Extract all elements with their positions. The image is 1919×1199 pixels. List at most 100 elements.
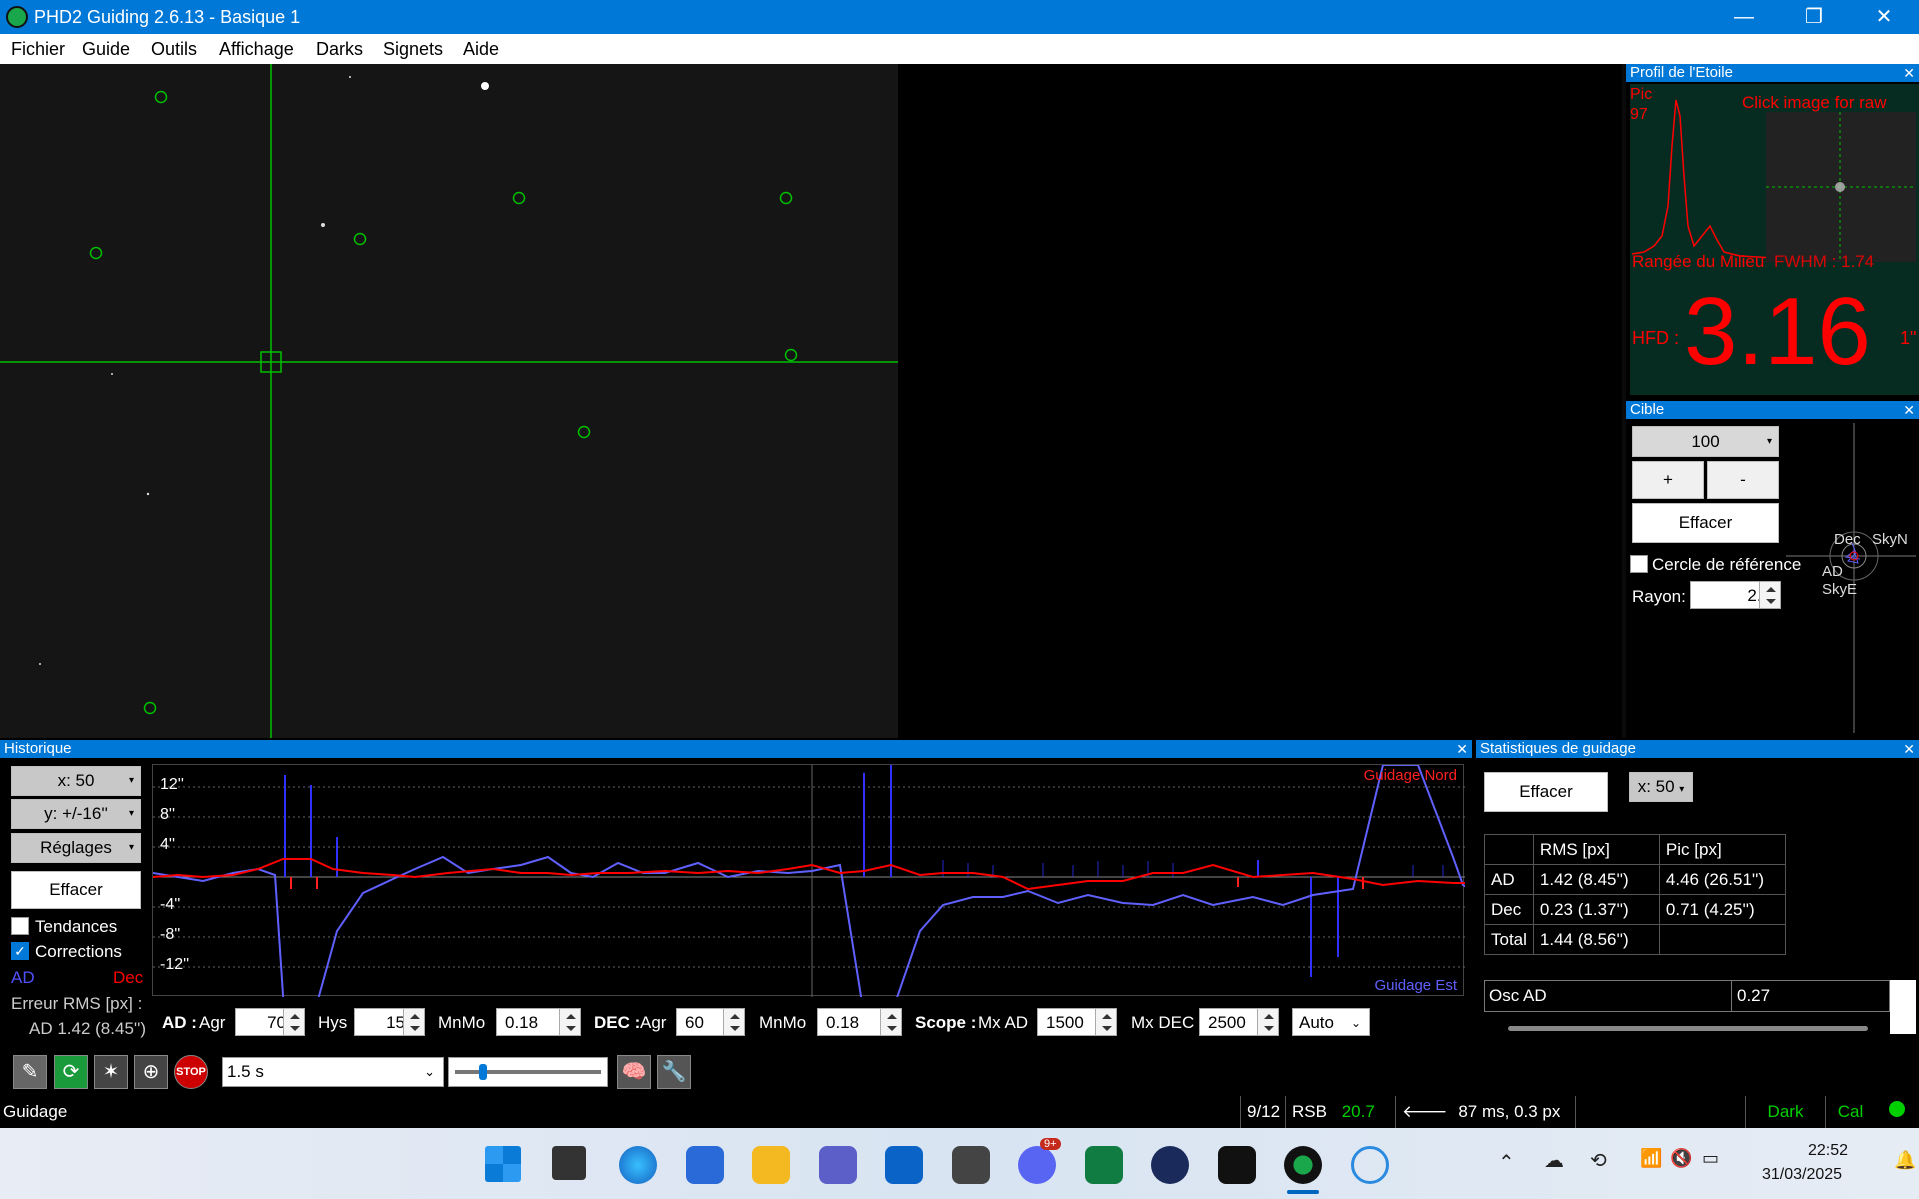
camera-image[interactable]	[0, 64, 898, 738]
outlook-icon[interactable]	[885, 1146, 923, 1184]
fwhm-label: FWHM : 1.74	[1774, 252, 1875, 271]
history-x-scale-dropdown[interactable]: x: 50 ▾	[11, 766, 141, 796]
nina-pro-icon[interactable]	[1218, 1146, 1256, 1184]
corrections-checkbox[interactable]: ✓	[11, 942, 29, 960]
battery-icon[interactable]: ▭	[1702, 1148, 1719, 1169]
max-ra-spinner[interactable]	[1095, 1008, 1117, 1036]
history-y-scale-dropdown[interactable]: y: +/-16'' ▾	[11, 799, 141, 829]
dashlane-icon[interactable]	[1151, 1146, 1189, 1184]
camera-settings-icon[interactable]: 🔧	[657, 1055, 691, 1089]
target-scale-dropdown[interactable]: 100 ▾	[1632, 426, 1779, 457]
menu-aide[interactable]: Aide	[463, 39, 499, 60]
excel-icon[interactable]	[1085, 1146, 1123, 1184]
file-explorer-icon[interactable]	[752, 1146, 790, 1184]
stats-table: RMS [px] Pic [px] AD 1.42 (8.45'') 4.46 …	[1484, 834, 1786, 955]
teams-icon[interactable]	[819, 1146, 857, 1184]
menu-darks[interactable]: Darks	[316, 39, 363, 60]
ra-section-label: AD :	[162, 1013, 197, 1032]
zoom-in-button[interactable]: +	[1632, 461, 1704, 499]
menu-affichage[interactable]: Affichage	[219, 39, 294, 60]
rms-value: AD 1.42 (8.45'')	[29, 1019, 147, 1038]
star-thumbnail[interactable]	[1766, 112, 1916, 262]
slider-thumb[interactable]	[479, 1064, 487, 1080]
table-cell: Dec	[1484, 894, 1534, 925]
close-icon[interactable]: ✕	[1903, 401, 1915, 419]
radius-spinner[interactable]	[1759, 581, 1781, 609]
zoom-out-button[interactable]: -	[1707, 461, 1779, 499]
loop-exposures-icon[interactable]: ⟳	[54, 1055, 88, 1089]
discord-icon[interactable]: 9+	[1018, 1138, 1061, 1184]
stop-icon[interactable]: STOP	[174, 1055, 208, 1089]
exposure-dropdown[interactable]: 1.5 s ⌄	[222, 1057, 444, 1087]
table-cell: 1.44 (8.56'')	[1532, 924, 1660, 955]
stats-x-scale-value: x: 50	[1637, 777, 1675, 796]
clock-time[interactable]: 22:52	[1808, 1142, 1848, 1160]
auto-select-star-icon[interactable]: ✶	[94, 1055, 128, 1089]
target-clear-button[interactable]: Effacer	[1632, 503, 1779, 543]
history-settings-button[interactable]: Réglages ▾	[11, 833, 141, 863]
notifications-icon[interactable]: 🔔	[1894, 1150, 1916, 1171]
exposure-value: 1.5 s	[227, 1062, 264, 1081]
menu-fichier[interactable]: Fichier	[11, 39, 65, 60]
history-header: Historique ✕	[0, 740, 1472, 758]
task-view-icon[interactable]	[552, 1146, 586, 1180]
hfd-label: HFD :	[1632, 328, 1679, 348]
phd2-taskbar-icon[interactable]	[1284, 1146, 1322, 1184]
dec-minmove-spinner[interactable]	[880, 1008, 902, 1036]
trends-checkbox[interactable]	[11, 917, 29, 935]
camera-image-empty-area	[898, 64, 1622, 738]
notification-badge: 9+	[1040, 1138, 1061, 1150]
profile-curve	[1631, 99, 1776, 259]
loop-pencil-icon[interactable]: ✎	[13, 1055, 47, 1089]
ra-minmove-spinner[interactable]	[559, 1008, 581, 1036]
snr-box: RSB 20.7	[1285, 1096, 1395, 1128]
close-icon[interactable]: ✕	[1903, 64, 1915, 82]
stellarium-icon[interactable]	[952, 1146, 990, 1184]
wifi-icon[interactable]: 📶	[1640, 1148, 1662, 1169]
sync-icon[interactable]: ⟲	[1590, 1148, 1607, 1173]
dec-aggressiveness-spinner[interactable]	[723, 1008, 745, 1036]
minimize-button[interactable]: —	[1709, 0, 1779, 34]
star-profile-header: Profil de l'Etoile ✕	[1626, 64, 1919, 82]
close-icon[interactable]: ✕	[1456, 740, 1468, 758]
history-clear-button[interactable]: Effacer	[11, 871, 141, 909]
phd2-app-icon[interactable]	[6, 6, 28, 28]
trends-label: Tendances	[35, 917, 118, 936]
y-tick-4: 4''	[160, 836, 176, 853]
x-scale-value: x: 50	[57, 771, 95, 790]
table-header: RMS [px]	[1532, 834, 1660, 865]
edge-icon[interactable]	[619, 1146, 657, 1184]
reference-circle-checkbox[interactable]	[1630, 555, 1648, 573]
window-title: PHD2 Guiding 2.6.13 - Basique 1	[34, 7, 301, 27]
close-icon[interactable]: ✕	[1903, 740, 1915, 758]
cloud-offline-icon[interactable]: ☁	[1544, 1148, 1564, 1173]
hysteresis-spinner[interactable]	[403, 1008, 425, 1036]
menu-signets[interactable]: Signets	[383, 39, 443, 60]
clock-date[interactable]: 31/03/2025	[1762, 1166, 1842, 1184]
y-tick-8: 8''	[160, 806, 176, 823]
chevron-up-icon[interactable]: ⌃	[1498, 1150, 1515, 1175]
start-icon[interactable]	[485, 1146, 521, 1182]
app-ring-icon[interactable]	[1351, 1146, 1389, 1184]
ra-aggressiveness-spinner[interactable]	[283, 1008, 305, 1036]
close-button[interactable]: ✕	[1849, 0, 1919, 34]
horizontal-scrollbar[interactable]	[1508, 1026, 1868, 1031]
dec-mode-dropdown[interactable]: Auto ⌄	[1292, 1008, 1370, 1036]
dec-corrections	[290, 877, 1364, 889]
stats-header: Statistiques de guidage ✕	[1476, 740, 1919, 758]
main-toolbar: ✎ ⟳ ✶ ⊕ STOP 1.5 s ⌄ 🧠 🔧	[0, 1052, 1919, 1092]
history-graph[interactable]: 12'' 8'' 4'' -4'' -8'' -12'' Guidage Nor…	[152, 764, 1465, 997]
menu-outils[interactable]: Outils	[151, 39, 197, 60]
gamma-slider[interactable]	[448, 1057, 608, 1087]
volume-muted-icon[interactable]: 🔇	[1670, 1148, 1692, 1169]
store-icon[interactable]	[686, 1146, 724, 1184]
stats-clear-button[interactable]: Effacer	[1484, 772, 1608, 812]
table-cell	[1658, 924, 1786, 955]
guide-target-icon[interactable]: ⊕	[134, 1055, 168, 1089]
table-cell: 0.71 (4.25'')	[1658, 894, 1786, 925]
brain-icon[interactable]: 🧠	[617, 1055, 651, 1089]
stats-x-scale-dropdown[interactable]: x: 50 ▾	[1629, 772, 1693, 802]
menu-guide[interactable]: Guide	[82, 39, 130, 60]
maximize-button[interactable]: ❐	[1779, 0, 1849, 34]
max-dec-spinner[interactable]	[1257, 1008, 1279, 1036]
